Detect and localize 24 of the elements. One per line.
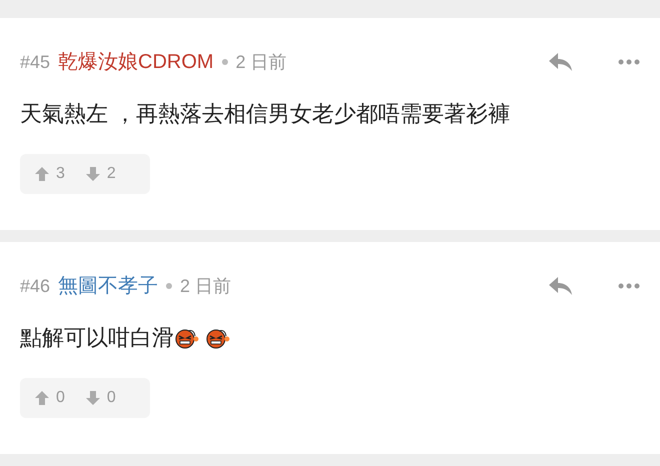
downvote-button[interactable]: 0 xyxy=(84,386,116,410)
comment-number: #45 xyxy=(20,50,50,74)
more-icon[interactable] xyxy=(618,283,640,289)
comment-number: #46 xyxy=(20,274,50,298)
more-icon[interactable] xyxy=(618,59,640,65)
down-arrow-icon xyxy=(84,390,101,406)
username[interactable]: 乾爆汝娘CDROM xyxy=(58,47,214,77)
timestamp: 2 日前 xyxy=(236,50,287,74)
emoji-icon xyxy=(205,327,230,349)
reply-icon[interactable] xyxy=(548,275,574,297)
comment-text: 天氣熱左 ，再熱落去相信男女老少都唔需要著衫褲 xyxy=(20,100,510,128)
reply-icon[interactable] xyxy=(548,51,574,73)
up-arrow-icon xyxy=(34,390,50,406)
downvote-button[interactable]: 2 xyxy=(84,162,116,186)
up-arrow-icon xyxy=(34,166,50,182)
upvote-button[interactable]: 3 xyxy=(34,162,65,186)
separator-dot xyxy=(222,59,228,65)
upvote-button[interactable]: 0 xyxy=(34,386,65,410)
down-arrow-icon xyxy=(84,166,101,182)
comment-text: 點解可以咁白滑 xyxy=(20,324,174,352)
username[interactable]: 無圖不孝子 xyxy=(58,271,158,301)
separator-dot xyxy=(166,283,172,289)
timestamp: 2 日前 xyxy=(180,274,232,298)
emoji-icon xyxy=(174,327,199,349)
